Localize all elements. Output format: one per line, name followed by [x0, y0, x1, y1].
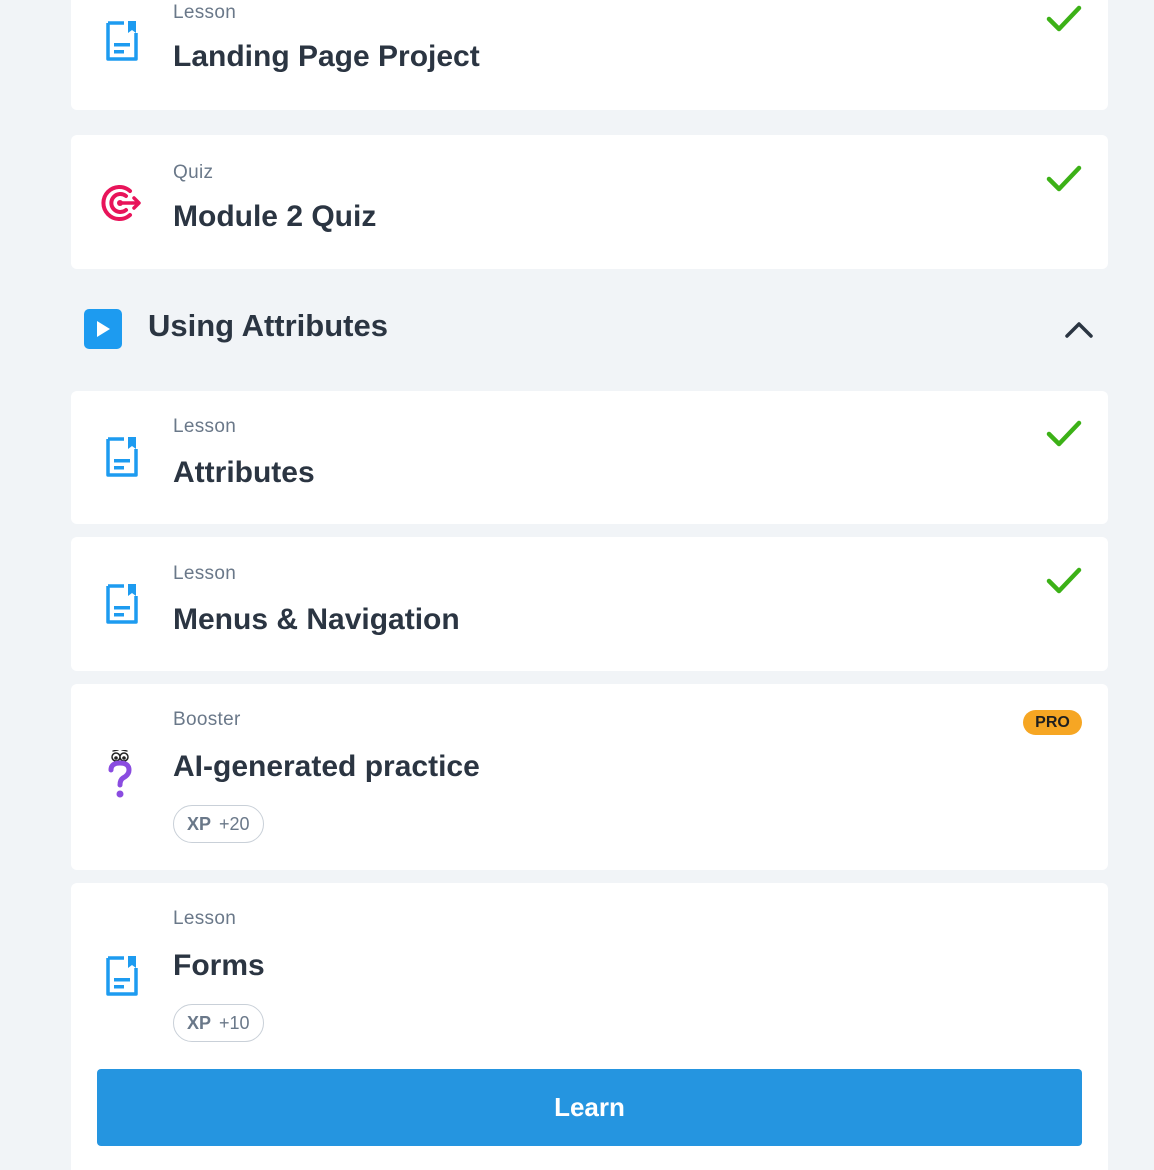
check-icon [1046, 567, 1082, 594]
lesson-doc-icon [99, 434, 145, 480]
check-icon [1046, 420, 1082, 447]
xp-value: +10 [219, 1012, 250, 1033]
item-type-label: Lesson [173, 416, 237, 437]
xp-label: XP [187, 813, 212, 834]
pro-badge: PRO [1023, 710, 1082, 735]
xp-value: +20 [219, 813, 250, 834]
target-icon [99, 180, 145, 226]
lesson-doc-icon [99, 581, 145, 627]
xp-label: XP [187, 1012, 212, 1033]
item-type-label: Lesson [173, 908, 237, 929]
lesson-card-forms[interactable]: Lesson Forms XP +10 Learn [71, 883, 1108, 1170]
xp-pill: XP +10 [173, 1004, 264, 1042]
learn-button[interactable]: Learn [97, 1069, 1082, 1146]
play-icon [84, 309, 122, 349]
item-type-label: Booster [173, 709, 241, 730]
item-type-label: Lesson [173, 563, 237, 584]
lesson-card-menus-navigation[interactable]: Lesson Menus & Navigation [71, 537, 1108, 671]
xp-pill: XP +20 [173, 805, 264, 843]
item-title: Forms [173, 949, 265, 982]
section-header-using-attributes[interactable]: Using Attributes [84, 308, 1108, 350]
chevron-up-icon[interactable] [1064, 318, 1094, 340]
item-title: Menus & Navigation [173, 603, 460, 636]
quiz-card-module-2[interactable]: Quiz Module 2 Quiz [71, 135, 1108, 269]
item-type-label: Quiz [173, 162, 214, 183]
question-icon [99, 750, 145, 798]
item-title: Landing Page Project [173, 40, 480, 73]
lesson-card-landing-page-project[interactable]: Lesson Landing Page Project [71, 0, 1108, 110]
lesson-card-attributes[interactable]: Lesson Attributes [71, 391, 1108, 524]
check-icon [1046, 165, 1082, 192]
item-title: Attributes [173, 456, 315, 489]
booster-card-ai-practice[interactable]: Booster AI-generated practice PRO XP +20 [71, 684, 1108, 870]
item-title: AI-generated practice [173, 750, 480, 783]
lesson-doc-icon [99, 18, 145, 64]
lesson-doc-icon [99, 953, 145, 999]
check-icon [1046, 5, 1082, 32]
item-type-label: Lesson [173, 2, 237, 23]
item-title: Module 2 Quiz [173, 200, 377, 233]
section-title: Using Attributes [148, 308, 388, 343]
